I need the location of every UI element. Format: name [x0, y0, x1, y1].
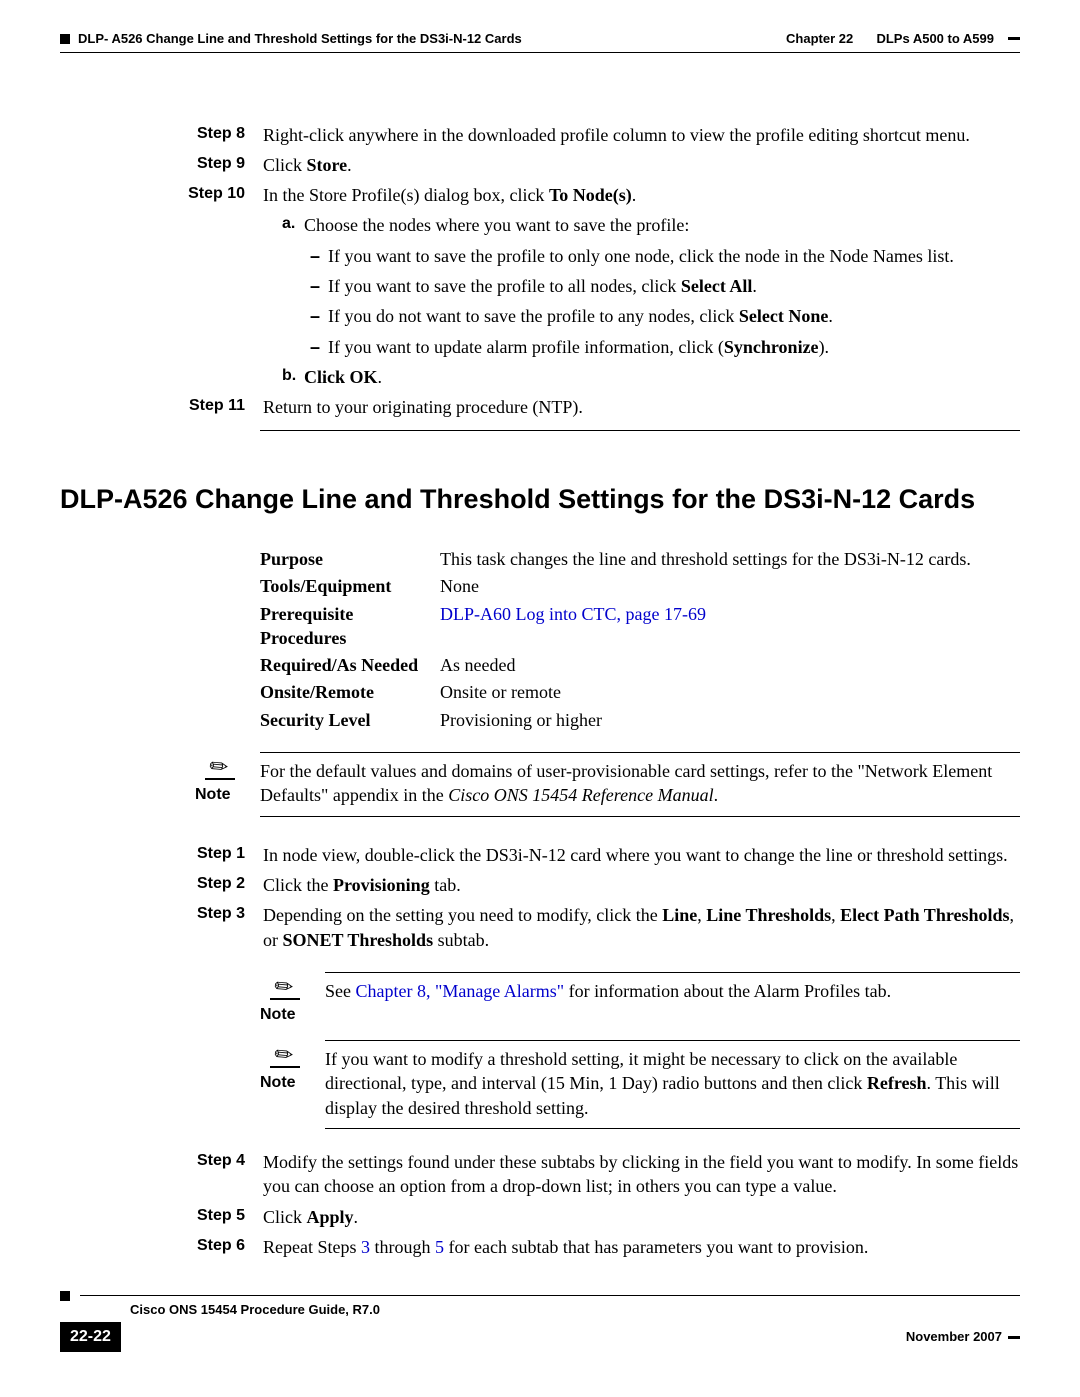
note-label: Note — [260, 1004, 325, 1026]
dash-icon: – — [310, 304, 328, 328]
content: Step 8 Right-click anywhere in the downl… — [60, 123, 1020, 1260]
note-block: ✎ Note If you want to modify a threshold… — [260, 1040, 1020, 1129]
dash-text: If you want to save the profile to all n… — [328, 274, 757, 298]
info-value: Provisioning or higher — [440, 708, 1020, 732]
step-label: Step 4 — [175, 1150, 263, 1199]
task-title: DLP-A526 Change Line and Threshold Setti… — [60, 481, 1020, 517]
page-number: 22-22 — [60, 1322, 121, 1352]
info-value: As needed — [440, 653, 1020, 677]
header-rule — [60, 52, 1020, 53]
substep-dash: – If you want to save the profile to onl… — [310, 244, 1020, 268]
info-label: Security Level — [260, 708, 440, 732]
header-end-rule — [1008, 37, 1020, 40]
prereq-link[interactable]: DLP-A60 Log into CTC, page 17-69 — [440, 602, 1020, 651]
substep-b: b. Click OK. — [282, 365, 1020, 389]
step-body: Click Apply. — [263, 1205, 1020, 1229]
footer-end-rule — [1008, 1336, 1020, 1339]
info-value: None — [440, 574, 1020, 598]
step-ref-link[interactable]: 3 — [361, 1237, 370, 1257]
step-row: Step 10 In the Store Profile(s) dialog b… — [60, 183, 1020, 207]
substep-dash: – If you want to save the profile to all… — [310, 274, 1020, 298]
step-row: Step 2 Click the Provisioning tab. — [60, 873, 1020, 897]
step-label: Step 3 — [175, 903, 263, 952]
info-value: Onsite or remote — [440, 680, 1020, 704]
substep-text: Click OK. — [304, 365, 382, 389]
step-row: Step 6 Repeat Steps 3 through 5 for each… — [60, 1235, 1020, 1259]
step-row: Step 1 In node view, double-click the DS… — [60, 843, 1020, 867]
dash-text: If you want to update alarm profile info… — [328, 335, 829, 359]
step-row: Step 5 Click Apply. — [60, 1205, 1020, 1229]
step-row: Step 3 Depending on the setting you need… — [60, 903, 1020, 952]
info-table: PurposeThis task changes the line and th… — [260, 547, 1020, 732]
step-row: Step 8 Right-click anywhere in the downl… — [60, 123, 1020, 147]
dash-icon: – — [310, 244, 328, 268]
info-label: Purpose — [260, 547, 440, 571]
step-label: Step 11 — [175, 395, 263, 419]
step-body: Return to your originating procedure (NT… — [263, 395, 1020, 419]
step-label: Step 9 — [175, 153, 263, 177]
page-header: DLP- A526 Change Line and Threshold Sett… — [60, 30, 1020, 48]
info-label: Prerequisite Procedures — [260, 602, 440, 651]
step-body: Right-click anywhere in the downloaded p… — [263, 123, 1020, 147]
substep-dash: – If you do not want to save the profile… — [310, 304, 1020, 328]
note-label: Note — [260, 1072, 325, 1094]
note-icon-col: ✎ Note — [260, 1040, 325, 1129]
step-body: Click Store. — [263, 153, 1020, 177]
note-body: For the default values and domains of us… — [260, 752, 1020, 817]
step-ref-link[interactable]: 5 — [435, 1237, 444, 1257]
header-section-title: DLP- A526 Change Line and Threshold Sett… — [78, 30, 522, 48]
page: DLP- A526 Change Line and Threshold Sett… — [0, 0, 1080, 1397]
header-square-icon — [60, 34, 70, 44]
page-footer: Cisco ONS 15454 Procedure Guide, R7.0 22… — [60, 1291, 1020, 1352]
step-body: Click the Provisioning tab. — [263, 873, 1020, 897]
step-label: Step 10 — [175, 183, 263, 207]
note-body: If you want to modify a threshold settin… — [325, 1040, 1020, 1129]
footer-rule — [80, 1295, 1020, 1296]
info-label: Onsite/Remote — [260, 680, 440, 704]
dash-text: If you do not want to save the profile t… — [328, 304, 833, 328]
note-icon-col: ✎ Note — [195, 752, 260, 817]
header-chapter-title: DLPs A500 to A599 — [876, 30, 994, 48]
section-rule — [260, 430, 1020, 431]
substep-label: b. — [282, 365, 304, 389]
note-block: ✎ Note For the default values and domain… — [195, 752, 1020, 817]
substep-label: a. — [282, 213, 304, 237]
dash-icon: – — [310, 335, 328, 359]
step-body: In node view, double-click the DS3i-N-12… — [263, 843, 1020, 867]
step-label: Step 2 — [175, 873, 263, 897]
step-row: Step 11 Return to your originating proce… — [60, 395, 1020, 419]
note-icon-col: ✎ Note — [260, 972, 325, 1025]
step-label: Step 6 — [175, 1235, 263, 1259]
note-label: Note — [195, 784, 260, 806]
header-chapter: Chapter 22 — [786, 30, 853, 48]
footer-square-icon — [60, 1291, 70, 1301]
substep-dash: – If you want to update alarm profile in… — [310, 335, 1020, 359]
info-value: This task changes the line and threshold… — [440, 547, 1020, 571]
note-block: ✎ Note See Chapter 8, "Manage Alarms" fo… — [260, 972, 1020, 1025]
step-row: Step 9 Click Store. — [60, 153, 1020, 177]
dash-icon: – — [310, 274, 328, 298]
note-body: See Chapter 8, "Manage Alarms" for infor… — [325, 972, 1020, 1025]
info-label: Tools/Equipment — [260, 574, 440, 598]
step-row: Step 4 Modify the settings found under t… — [60, 1150, 1020, 1199]
info-label: Required/As Needed — [260, 653, 440, 677]
step-label: Step 8 — [175, 123, 263, 147]
step-label: Step 1 — [175, 843, 263, 867]
dash-text: If you want to save the profile to only … — [328, 244, 954, 268]
substep-a: a. Choose the nodes where you want to sa… — [282, 213, 1020, 237]
substep-text: Choose the nodes where you want to save … — [304, 213, 689, 237]
chapter-link[interactable]: Chapter 8, "Manage Alarms" — [356, 981, 565, 1001]
step-body: In the Store Profile(s) dialog box, clic… — [263, 183, 1020, 207]
step-body: Repeat Steps 3 through 5 for each subtab… — [263, 1235, 1020, 1259]
step-body: Depending on the setting you need to mod… — [263, 903, 1020, 952]
step-body: Modify the settings found under these su… — [263, 1150, 1020, 1199]
step-label: Step 5 — [175, 1205, 263, 1229]
footer-guide-title: Cisco ONS 15454 Procedure Guide, R7.0 — [130, 1301, 1020, 1319]
footer-date: November 2007 — [906, 1328, 1020, 1346]
